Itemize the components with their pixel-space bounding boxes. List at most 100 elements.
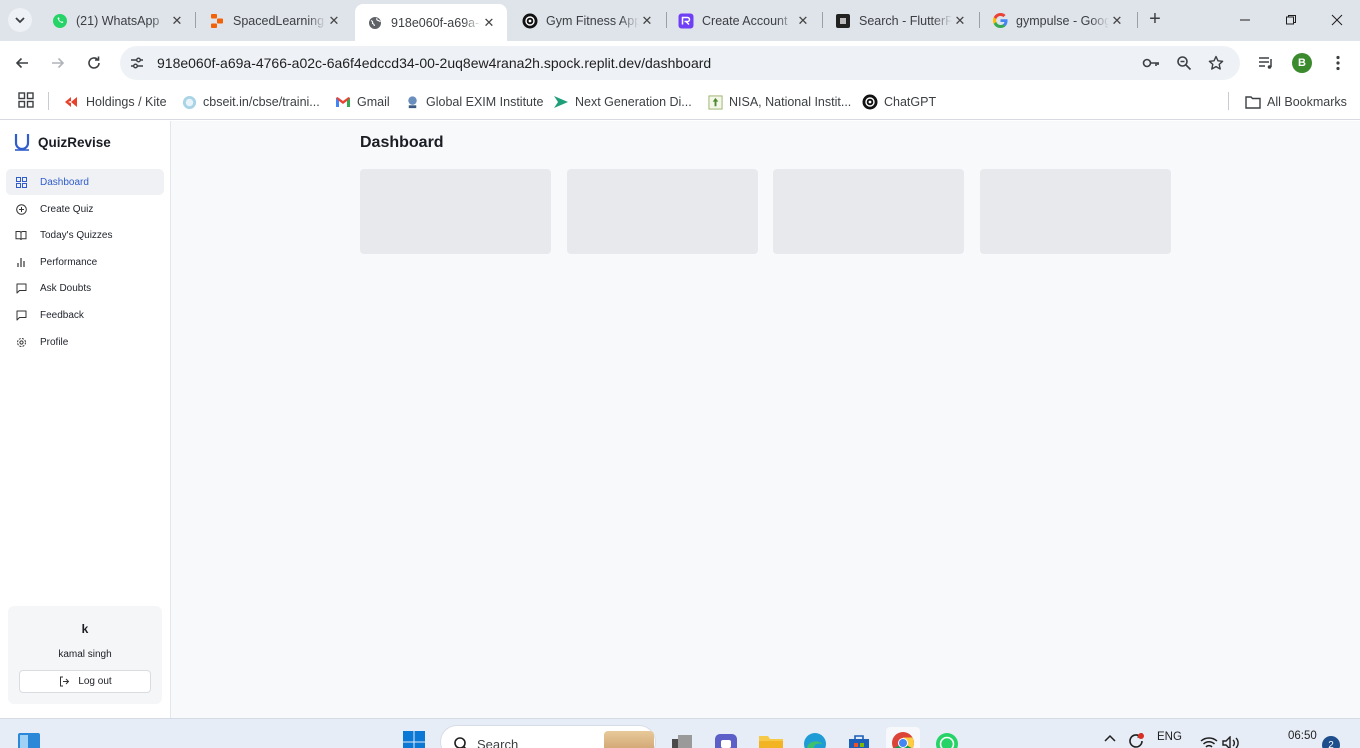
arrow-left-icon bbox=[15, 57, 28, 69]
sidebar-item-create-quiz[interactable]: Create Quiz bbox=[6, 196, 164, 222]
all-bookmarks-button[interactable]: All Bookmarks bbox=[1245, 91, 1347, 113]
bar-chart-icon bbox=[15, 256, 27, 268]
tab-search-button[interactable] bbox=[8, 8, 32, 32]
logout-button[interactable]: Log out bbox=[19, 670, 151, 693]
teams-icon bbox=[715, 734, 737, 748]
zoom-icon[interactable] bbox=[1175, 54, 1193, 72]
bookmark-global-exim[interactable]: Global EXIM Institute bbox=[404, 91, 543, 113]
sidebar-item-ask-doubts[interactable]: Ask Doubts bbox=[6, 275, 164, 301]
forward-button[interactable] bbox=[46, 51, 70, 75]
minimize-icon bbox=[1240, 19, 1250, 21]
bookmark-next-generation[interactable]: Next Generation Di... bbox=[553, 91, 692, 113]
openai-icon bbox=[522, 13, 538, 29]
tab-gym-fitness[interactable]: Gym Fitness App ✕ bbox=[510, 5, 665, 36]
sidebar: QuizRevise Dashboard Create Quiz Today's… bbox=[0, 121, 171, 718]
widgets-icon bbox=[18, 733, 40, 748]
new-tab-button[interactable]: + bbox=[1145, 9, 1165, 30]
profile-avatar[interactable]: B bbox=[1292, 53, 1312, 73]
close-icon[interactable]: ✕ bbox=[795, 13, 811, 29]
more-vertical-icon bbox=[1336, 55, 1340, 71]
close-icon bbox=[1331, 14, 1343, 26]
apps-grid-icon[interactable] bbox=[18, 92, 34, 108]
close-window-button[interactable] bbox=[1325, 8, 1349, 32]
task-view-icon bbox=[672, 735, 692, 748]
start-button[interactable] bbox=[401, 730, 427, 748]
bookmark-cbseit[interactable]: cbseit.in/cbse/traini... bbox=[181, 91, 320, 113]
chrome-app-button[interactable] bbox=[886, 727, 920, 748]
close-icon[interactable]: ✕ bbox=[326, 13, 342, 29]
task-view-button[interactable] bbox=[669, 733, 695, 748]
cbse-icon bbox=[181, 94, 197, 110]
close-icon[interactable]: ✕ bbox=[481, 15, 497, 31]
nisa-icon bbox=[707, 94, 723, 110]
sidebar-item-performance[interactable]: Performance bbox=[6, 249, 164, 275]
tab-dashboard-active[interactable]: 918e060f-a69a-4766-a02c-6a6f4edccd34-00-… bbox=[355, 4, 507, 41]
close-icon[interactable]: ✕ bbox=[169, 13, 185, 29]
browser-tab-strip: (21) WhatsApp ✕ SpacedLearning ✕ 918e060… bbox=[0, 0, 1360, 41]
bookmark-nisa[interactable]: NISA, National Instit... bbox=[707, 91, 851, 113]
folder-icon bbox=[1245, 94, 1261, 110]
close-icon[interactable]: ✕ bbox=[1109, 13, 1125, 29]
windows-taskbar: Search ENG 06:50 2 bbox=[0, 718, 1360, 748]
reload-button[interactable] bbox=[82, 51, 106, 75]
logout-icon bbox=[58, 676, 70, 688]
stat-card-skeleton bbox=[773, 169, 964, 254]
minimize-button[interactable] bbox=[1233, 8, 1257, 32]
tab-google-search[interactable]: gympulse - Google Search ✕ bbox=[980, 5, 1135, 36]
file-explorer-button[interactable] bbox=[758, 733, 784, 748]
teams-app-button[interactable] bbox=[713, 733, 739, 748]
bookmark-holdings-kite[interactable]: Holdings / Kite bbox=[64, 91, 167, 113]
tab-title: (21) WhatsApp bbox=[76, 13, 160, 28]
sidebar-item-todays-quizzes[interactable]: Today's Quizzes bbox=[6, 222, 164, 248]
tab-whatsapp[interactable]: (21) WhatsApp ✕ bbox=[40, 5, 195, 36]
password-key-icon[interactable] bbox=[1142, 54, 1160, 72]
brand-name: QuizRevise bbox=[38, 134, 111, 150]
chevron-down-icon bbox=[15, 17, 25, 24]
bookmark-chatgpt[interactable]: ChatGPT bbox=[862, 91, 936, 113]
volume-icon[interactable] bbox=[1219, 736, 1245, 748]
widgets-button[interactable] bbox=[16, 732, 42, 748]
tab-title: 918e060f-a69a-4766-a02c-6a6f4edccd34-00-… bbox=[391, 15, 481, 30]
avatar: k bbox=[81, 622, 89, 636]
notification-badge[interactable]: 2 bbox=[1322, 736, 1340, 748]
openai-icon bbox=[862, 94, 878, 110]
close-icon[interactable]: ✕ bbox=[639, 13, 655, 29]
close-icon[interactable]: ✕ bbox=[952, 13, 968, 29]
reload-icon bbox=[88, 56, 100, 69]
show-hidden-icons-button[interactable] bbox=[1099, 733, 1121, 748]
restore-button[interactable] bbox=[1279, 8, 1303, 32]
taskbar-search-box[interactable]: Search bbox=[440, 725, 656, 748]
tab-flutterflow-search[interactable]: Search - FlutterFlow ✕ bbox=[823, 5, 978, 36]
language-indicator[interactable]: ENG bbox=[1157, 731, 1182, 743]
whatsapp-app-button[interactable] bbox=[934, 732, 960, 748]
bookmark-star-icon[interactable] bbox=[1207, 54, 1225, 72]
sync-status-icon[interactable] bbox=[1123, 731, 1149, 748]
sidebar-item-profile[interactable]: Profile bbox=[6, 329, 164, 355]
tab-create-account[interactable]: Create Account ✕ bbox=[666, 5, 821, 36]
replit-icon bbox=[209, 13, 225, 29]
menu-button[interactable] bbox=[1330, 53, 1346, 73]
bookmark-separator bbox=[1228, 92, 1229, 110]
tab-title: Gym Fitness App bbox=[546, 13, 639, 28]
clock-time[interactable]: 06:50 bbox=[1288, 730, 1317, 742]
bookmark-gmail[interactable]: Gmail bbox=[335, 91, 390, 113]
sidebar-item-dashboard[interactable]: Dashboard bbox=[6, 169, 164, 195]
search-icon bbox=[454, 737, 467, 748]
user-card: k kamal singh Log out bbox=[8, 606, 162, 704]
restore-icon bbox=[1286, 15, 1296, 25]
sidebar-item-feedback[interactable]: Feedback bbox=[6, 302, 164, 328]
tab-spacedlearning[interactable]: SpacedLearning ✕ bbox=[197, 5, 352, 36]
logo-icon bbox=[14, 134, 30, 151]
edge-browser-button[interactable] bbox=[802, 732, 828, 748]
kite-icon bbox=[64, 94, 80, 110]
grid-icon bbox=[15, 176, 27, 188]
media-controls-button[interactable] bbox=[1254, 51, 1278, 75]
site-settings-icon[interactable] bbox=[129, 55, 145, 71]
sidebar-item-label: Dashboard bbox=[40, 176, 89, 188]
sidebar-item-label: Performance bbox=[40, 256, 98, 268]
brand[interactable]: QuizRevise bbox=[14, 133, 111, 151]
app-icon bbox=[678, 13, 694, 29]
address-bar[interactable]: 918e060f-a69a-4766-a02c-6a6f4edccd34-00-… bbox=[120, 46, 1240, 80]
back-button[interactable] bbox=[10, 51, 34, 75]
store-app-button[interactable] bbox=[846, 732, 872, 748]
